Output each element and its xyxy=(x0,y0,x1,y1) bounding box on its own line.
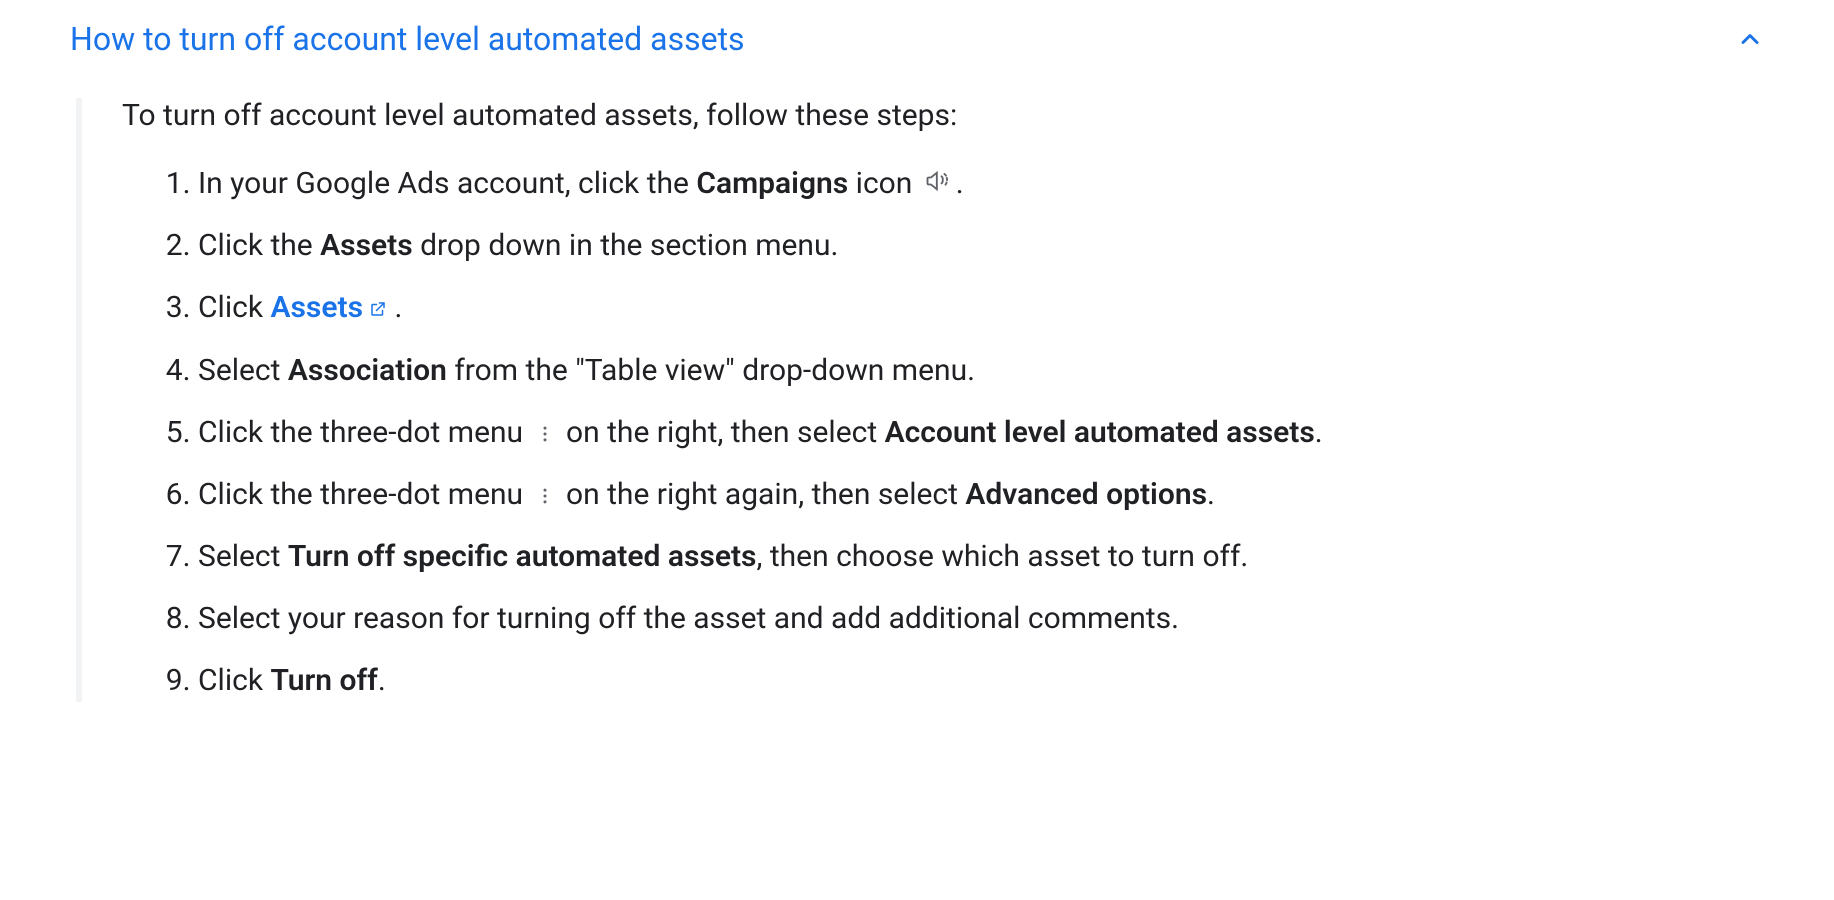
section-title-link[interactable]: How to turn off account level automated … xyxy=(70,20,745,58)
step-text: . xyxy=(378,663,386,698)
step-text: . xyxy=(1207,477,1215,512)
step-bold: Turn off specific automated assets xyxy=(288,539,757,574)
step-bold: Association xyxy=(288,353,447,388)
step-text: Select your reason for turning off the a… xyxy=(198,601,1179,636)
step-text: drop down in the section menu. xyxy=(413,228,839,263)
step-1: In your Google Ads account, click the Ca… xyxy=(198,163,1764,205)
help-article-section: How to turn off account level automated … xyxy=(0,0,1834,900)
step-bold: Account level automated assets xyxy=(885,415,1315,450)
chevron-up-icon[interactable] xyxy=(1736,25,1764,53)
intro-text: To turn off account level automated asse… xyxy=(122,98,1764,133)
step-text: . xyxy=(956,166,964,201)
step-text: . xyxy=(1315,415,1323,450)
assets-link[interactable]: Assets xyxy=(270,290,363,325)
step-text: Click the xyxy=(198,228,320,263)
step-text: Click the three-dot menu xyxy=(198,415,531,450)
step-text: on the right again, then select xyxy=(559,477,966,512)
step-text: icon xyxy=(848,166,920,201)
step-bold: Turn off xyxy=(270,663,377,698)
step-text: Click the three-dot menu xyxy=(198,477,531,512)
step-text: from the "Table view" drop-down menu. xyxy=(447,353,975,388)
accordion-content: To turn off account level automated asse… xyxy=(76,98,1764,702)
step-text: , then choose which asset to turn off. xyxy=(756,539,1248,574)
campaigns-icon xyxy=(924,167,952,195)
three-dot-menu-icon xyxy=(535,424,555,444)
step-2: Click the Assets drop down in the sectio… xyxy=(198,225,1764,267)
step-text: . xyxy=(387,290,402,325)
three-dot-menu-icon xyxy=(535,486,555,506)
external-link-icon xyxy=(369,288,387,330)
steps-list: In your Google Ads account, click the Ca… xyxy=(122,163,1764,702)
step-4: Select Association from the "Table view"… xyxy=(198,350,1764,392)
step-text: Select xyxy=(198,539,288,574)
step-bold: Campaigns xyxy=(696,166,848,201)
step-7: Select Turn off specific automated asset… xyxy=(198,536,1764,578)
step-text: In your Google Ads account, click the xyxy=(198,166,696,201)
step-bold: Advanced options xyxy=(965,477,1207,512)
step-text: Select xyxy=(198,353,288,388)
step-text: Click xyxy=(198,290,270,325)
step-3: Click Assets . xyxy=(198,287,1764,330)
step-6: Click the three-dot menu on the right ag… xyxy=(198,474,1764,516)
step-9: Click Turn off. xyxy=(198,660,1764,702)
step-text: Click xyxy=(198,663,270,698)
step-5: Click the three-dot menu on the right, t… xyxy=(198,412,1764,454)
step-bold: Assets xyxy=(320,228,413,263)
step-text: on the right, then select xyxy=(559,415,885,450)
accordion-header[interactable]: How to turn off account level automated … xyxy=(70,20,1764,58)
step-8: Select your reason for turning off the a… xyxy=(198,598,1764,640)
